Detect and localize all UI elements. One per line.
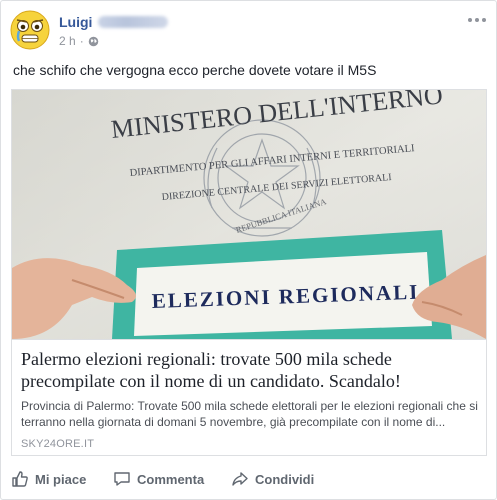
link-preview-body[interactable]: Palermo elezioni regionali: trovate 500 … [12,339,486,455]
facebook-post: Luigi 2 h · che schifo che vergogna ecco… [0,0,497,500]
crying-face-icon [10,10,50,50]
share-arrow-icon [232,472,248,486]
comment-button[interactable]: Commenta [113,470,204,488]
post-meta: 2 h · [59,34,99,48]
share-button[interactable]: Condividi [231,470,314,488]
ballot-photo: MINISTERO DELL'INTERNO DIPARTIMENTO PER … [12,90,486,339]
more-dot-icon [475,18,479,22]
author-name[interactable]: Luigi [59,14,92,30]
more-dot-icon [468,18,472,22]
author-row: Luigi [59,13,169,31]
meta-separator: · [79,34,84,48]
link-description: Provincia di Palermo: Trovate 500 mila s… [21,399,478,429]
more-options-button[interactable] [468,15,486,25]
comment-icon [114,472,130,486]
link-preview-image[interactable]: MINISTERO DELL'INTERNO DIPARTIMENTO PER … [12,90,486,339]
comment-label: Commenta [137,471,205,487]
globe-icon[interactable] [88,36,99,47]
link-preview-card[interactable]: MINISTERO DELL'INTERNO DIPARTIMENTO PER … [11,89,487,456]
post-time[interactable]: 2 h [59,34,76,48]
more-dot-icon [482,18,486,22]
link-title[interactable]: Palermo elezioni regionali: trovate 500 … [21,348,479,392]
like-label: Mi piace [35,471,87,487]
author-surname-redacted [98,16,169,28]
thumbs-up-icon [12,471,28,487]
post-text: che schifo che vergogna ecco perche dove… [13,62,377,78]
like-button[interactable]: Mi piace [11,470,86,488]
share-label: Condividi [255,471,315,487]
link-domain: SKY24ORE.IT [21,438,95,450]
avatar[interactable] [10,10,50,50]
post-action-bar: Mi piace Commenta Condividi [1,464,497,494]
